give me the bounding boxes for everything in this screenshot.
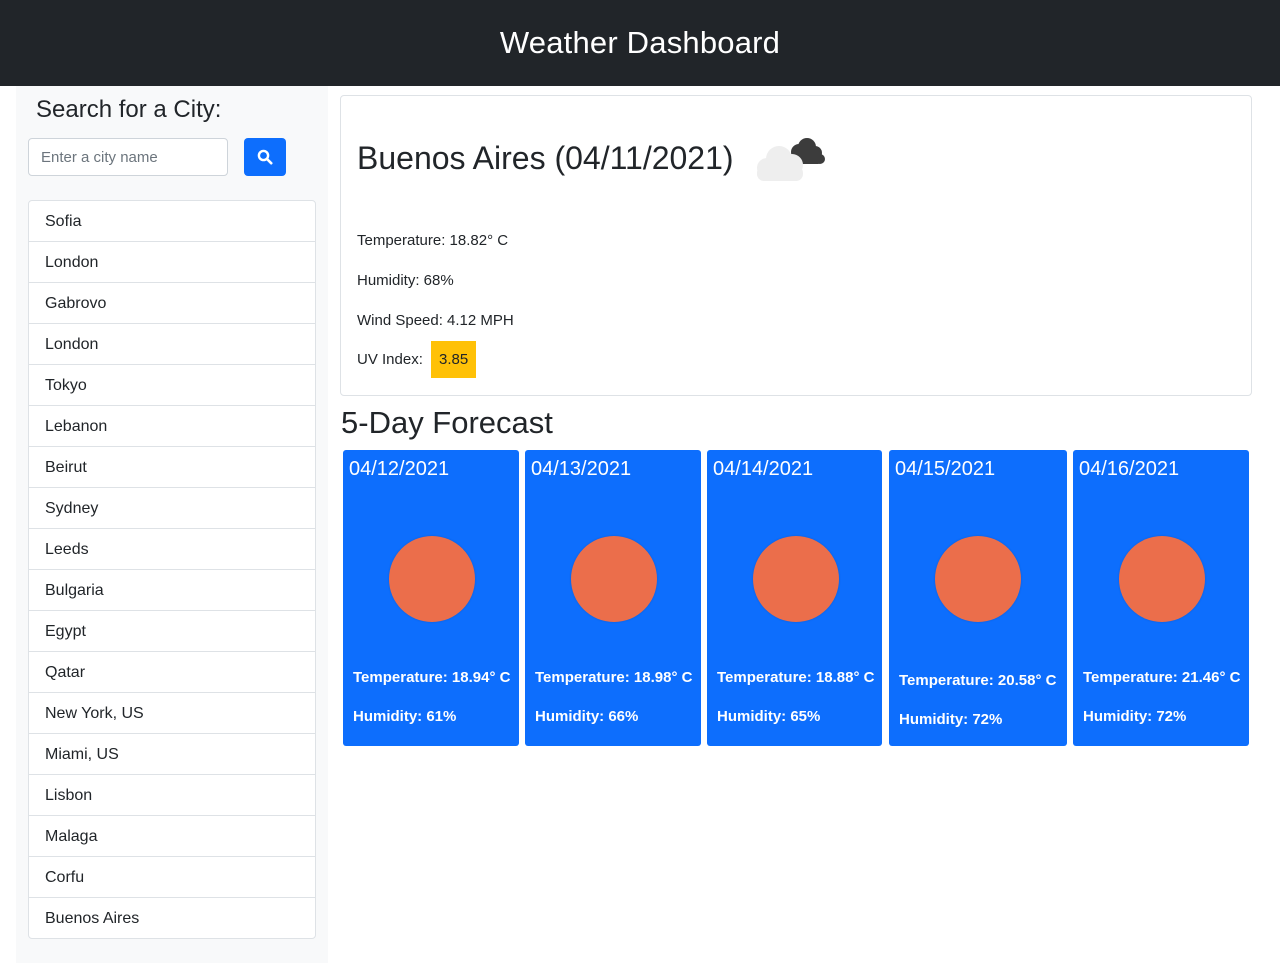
uv-index-badge: 3.85	[431, 341, 477, 378]
search-history-item[interactable]: New York, US	[29, 693, 315, 734]
current-city-title: Buenos Aires (04/11/2021)	[357, 140, 734, 176]
search-history-item[interactable]: Lisbon	[29, 775, 315, 816]
cloudy-icon	[757, 138, 825, 181]
forecast-date: 04/15/2021	[895, 458, 996, 480]
search-history-item[interactable]: Sofia	[29, 201, 315, 242]
search-history-item[interactable]: Egypt	[29, 611, 315, 652]
forecast-temperature: Temperature: 20.58° C	[899, 672, 1057, 689]
current-humidity: Humidity: 68%	[357, 272, 454, 289]
forecast-date: 04/13/2021	[531, 458, 632, 480]
forecast-humidity: Humidity: 65%	[717, 708, 821, 725]
sun-icon	[389, 536, 475, 622]
search-history-item[interactable]: London	[29, 242, 315, 283]
search-heading: Search for a City:	[36, 96, 222, 123]
search-history-item[interactable]: Buenos Aires	[29, 898, 315, 938]
forecast-card: 04/14/2021 Temperature: 18.88° C Humidity:…	[707, 450, 882, 746]
search-history-item[interactable]: London	[29, 324, 315, 365]
search-history-item[interactable]: Malaga	[29, 816, 315, 857]
search-history-item[interactable]: Lebanon	[29, 406, 315, 447]
search-history-item[interactable]: Corfu	[29, 857, 315, 898]
forecast-humidity: Humidity: 61%	[353, 708, 457, 725]
forecast-humidity: Humidity: 72%	[899, 711, 1003, 728]
forecast-temperature: Temperature: 18.98° C	[535, 669, 693, 686]
current-weather-card: Buenos Aires (04/11/2021) Temperature: 1…	[340, 95, 1252, 396]
search-sidebar: Search for a City: SofiaLondonGabrovoLon…	[16, 86, 328, 963]
search-icon	[257, 149, 273, 165]
uv-index-label: UV Index:	[357, 351, 423, 368]
forecast-card: 04/12/2021 Temperature: 18.94° C Humidity:…	[343, 450, 519, 746]
current-wind-speed: Wind Speed: 4.12 MPH	[357, 312, 514, 329]
forecast-date: 04/12/2021	[349, 458, 450, 480]
app-title: Weather Dashboard	[499, 25, 781, 60]
search-history-list: Sofia London Gabrovo London Tokyo Lebanon Beir…	[28, 200, 316, 939]
sun-icon	[571, 536, 657, 622]
forecast-heading: 5-Day Forecast	[341, 405, 553, 440]
current-uv-row: UV Index: 3.85	[357, 341, 477, 378]
forecast-card: 04/16/2021 Temperature: 21.46° C Humidity:…	[1073, 450, 1249, 746]
city-search-input[interactable]	[28, 138, 228, 176]
search-history-item[interactable]: Tokyo	[29, 365, 315, 406]
forecast-card: 04/13/2021 Temperature: 18.98° C Humidity:…	[525, 450, 701, 746]
forecast-temperature: Temperature: 18.94° C	[353, 669, 511, 686]
forecast-date: 04/14/2021	[713, 458, 814, 480]
forecast-date: 04/16/2021	[1079, 458, 1180, 480]
top-navbar: Weather Dashboard	[0, 0, 1280, 86]
search-history-item[interactable]: Qatar	[29, 652, 315, 693]
forecast-card: 04/15/2021 Temperature: 20.58° C Humidity:…	[889, 450, 1067, 746]
search-history-item[interactable]: Bulgaria	[29, 570, 315, 611]
search-history-item[interactable]: Beirut	[29, 447, 315, 488]
sun-icon	[753, 536, 839, 622]
search-history-item[interactable]: Gabrovo	[29, 283, 315, 324]
search-history-item[interactable]: Leeds	[29, 529, 315, 570]
search-button[interactable]	[244, 138, 286, 176]
forecast-temperature: Temperature: 18.88° C	[717, 669, 875, 686]
sun-icon	[1119, 536, 1205, 622]
search-history-item[interactable]: Sydney	[29, 488, 315, 529]
forecast-temperature: Temperature: 21.46° C	[1083, 669, 1241, 686]
forecast-humidity: Humidity: 72%	[1083, 708, 1187, 725]
forecast-humidity: Humidity: 66%	[535, 708, 639, 725]
current-temperature: Temperature: 18.82° C	[357, 232, 509, 249]
search-history-item[interactable]: Miami, US	[29, 734, 315, 775]
sun-icon	[935, 536, 1021, 622]
